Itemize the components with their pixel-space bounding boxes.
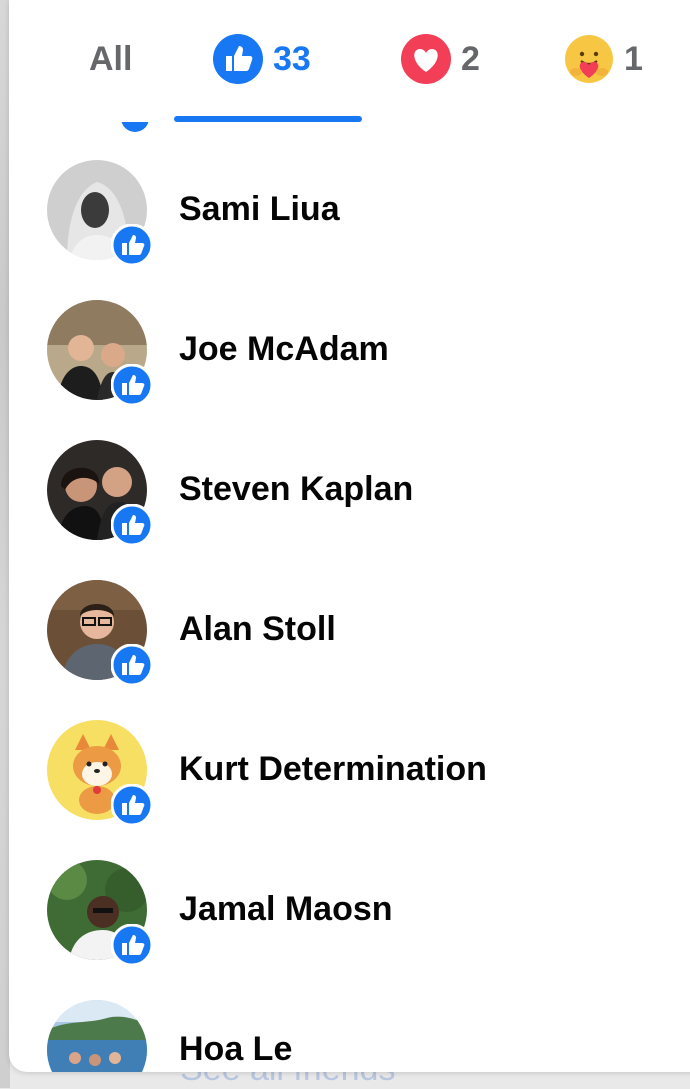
reactor-name[interactable]: Alan Stoll: [179, 610, 336, 649]
list-item[interactable]: Alan Stoll: [9, 560, 690, 700]
avatar-container: [47, 300, 153, 406]
avatar-container: [47, 440, 153, 546]
reactor-name[interactable]: Jamal Maosn: [179, 890, 393, 929]
like-badge-icon: [111, 364, 153, 406]
list-item[interactable]: Sami Liua: [9, 140, 690, 280]
tab-like-count: 33: [273, 39, 311, 78]
care-reaction-icon: [565, 35, 613, 83]
reactor-name[interactable]: Steven Kaplan: [179, 470, 413, 509]
list-item[interactable]: Kurt Determination: [9, 700, 690, 840]
avatar-container: [47, 580, 153, 686]
tab-all-label: All: [89, 39, 133, 78]
like-badge-icon: [111, 644, 153, 686]
list-item[interactable]: Steven Kaplan: [9, 420, 690, 560]
list-item[interactable]: Jamal Maosn: [9, 840, 690, 980]
tab-care-count: 1: [624, 39, 643, 78]
reactor-name[interactable]: Sami Liua: [179, 190, 340, 229]
tab-love[interactable]: 2: [401, 0, 480, 118]
like-badge-icon: [111, 784, 153, 826]
reactor-name[interactable]: Joe McAdam: [179, 330, 389, 369]
tab-like[interactable]: 33: [213, 0, 311, 118]
tab-all[interactable]: All: [89, 0, 132, 118]
love-reaction-icon: [401, 34, 451, 84]
list-item[interactable]: Joe McAdam: [9, 280, 690, 420]
like-reaction-icon: [213, 34, 263, 84]
avatar-container: [47, 860, 153, 966]
tab-love-count: 2: [461, 39, 480, 78]
like-badge-icon: [111, 224, 153, 266]
list-item[interactable]: Hoa Le: [9, 980, 690, 1072]
reactor-name[interactable]: Kurt Determination: [179, 750, 487, 789]
reaction-tabs: All 33 2 1: [9, 0, 690, 122]
avatar-container: [47, 160, 153, 266]
active-tab-indicator: [174, 116, 362, 122]
reactions-dialog: All 33 2 1 Sami Liua Joe McAdam Steven K…: [9, 0, 690, 1072]
tab-care[interactable]: 1: [564, 0, 643, 118]
avatar-container: [47, 720, 153, 826]
avatar-container: [47, 1000, 151, 1072]
reactor-name[interactable]: Hoa Le: [179, 1030, 292, 1069]
like-badge-icon: [111, 504, 153, 546]
avatar[interactable]: [47, 1000, 147, 1072]
like-badge-icon: [111, 924, 153, 966]
